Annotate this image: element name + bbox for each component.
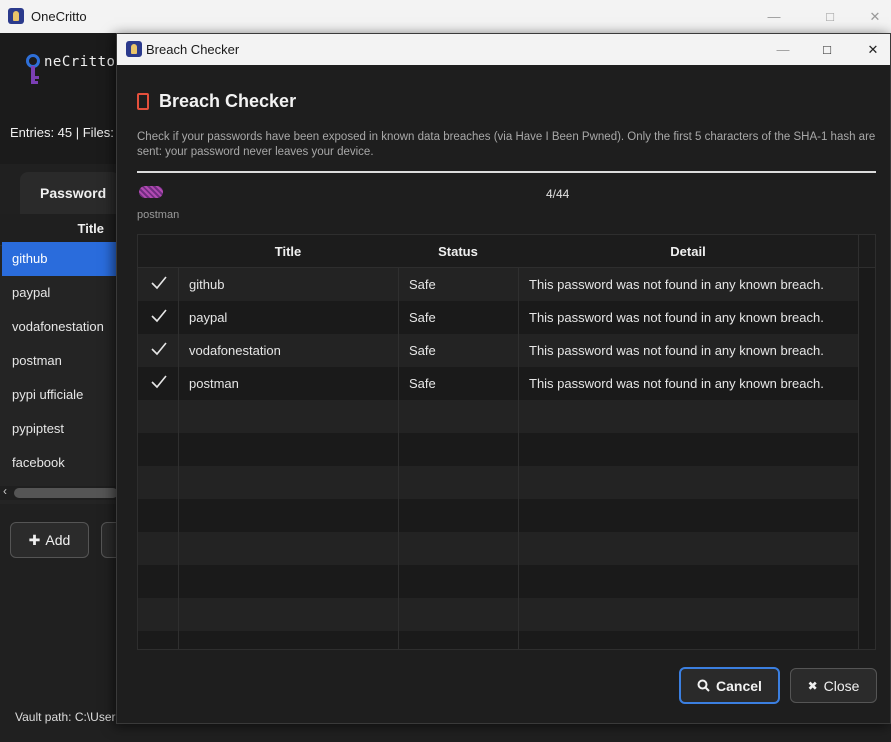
cancel-button[interactable]: Cancel [679,667,780,704]
result-title: vodafonestation [189,343,281,358]
column-header-title[interactable]: Title [178,235,398,268]
result-detail: This password was not found in any known… [529,310,824,325]
empty-row [138,433,858,466]
result-detail: This password was not found in any known… [529,343,824,358]
header-divider [858,235,859,268]
result-title: github [189,277,225,292]
check-icon [151,309,167,323]
column-divider [398,268,399,649]
search-icon [697,679,710,692]
result-detail: This password was not found in any known… [529,376,824,391]
column-header-detail[interactable]: Detail [518,235,858,268]
logo-text: neCritto [44,54,116,70]
list-item[interactable]: pypiptest [2,412,116,446]
current-entry-label: postman [137,209,180,221]
table-header: Title Status Detail [138,235,875,268]
entries-count: Entries: 45 | Files: [10,125,114,140]
masked-password-icon [139,186,163,198]
empty-row [138,499,858,532]
result-detail: This password was not found in any known… [529,277,824,292]
table-row[interactable]: paypal Safe This password was not found … [138,301,858,334]
progress-divider [137,171,876,173]
list-item[interactable]: github [2,242,116,276]
result-status: Safe [409,277,436,292]
dialog-close-icon[interactable]: ✕ [850,34,891,65]
empty-row [138,598,858,631]
minimize-icon[interactable]: — [751,0,797,33]
app-logo: neCritto [25,53,125,113]
dialog-title: Breach Checker [159,91,297,111]
empty-row [138,400,858,433]
add-button-label: Add [45,532,71,548]
list-item[interactable]: pypi ufficiale [2,378,116,412]
dialog-app-icon [126,41,142,57]
results-table: Title Status Detail github Safe This pas… [137,234,876,650]
dialog-minimize-icon[interactable]: — [760,34,806,65]
entries-list: Title github paypal vodafonestation post… [0,214,120,504]
column-divider [858,268,859,649]
list-item[interactable]: vodafonestation [2,310,116,344]
close-button[interactable]: ✖ Close [790,668,877,703]
close-button-label: Close [823,677,860,694]
plus-icon: ✚ [28,531,41,548]
cancel-button-label: Cancel [716,677,762,694]
main-titlebar: OneCritto — □ ✕ [0,0,891,33]
check-icon [151,276,167,290]
app-key-icon [8,8,24,24]
empty-row [138,532,858,565]
tab-password[interactable]: Password [20,172,120,214]
result-status: Safe [409,343,436,358]
table-row[interactable]: github Safe This password was not found … [138,268,858,301]
list-item[interactable]: paypal [2,276,116,310]
column-divider [518,268,519,649]
dialog-window-title: Breach Checker [146,42,240,57]
close-x-icon: ✖ [807,678,818,693]
add-button[interactable]: ✚ Add [10,522,89,558]
scrollbar-thumb[interactable] [14,488,118,498]
scroll-left-icon[interactable]: ‹ [3,484,7,498]
main-window-title: OneCritto [31,9,87,24]
table-row[interactable]: vodafonestation Safe This password was n… [138,334,858,367]
result-status: Safe [409,376,436,391]
empty-row [138,565,858,598]
horizontal-scrollbar[interactable]: ‹ [0,484,118,500]
phone-icon [137,93,149,110]
breach-checker-dialog: Breach Checker — □ ✕ Breach Checker Chec… [116,33,891,724]
dialog-description: Check if your passwords have been expose… [137,131,876,158]
column-header-status[interactable]: Status [398,235,518,268]
check-icon [151,342,167,356]
list-item[interactable]: postman [2,344,116,378]
list-item[interactable]: facebook [2,446,116,480]
empty-row [138,631,858,649]
check-icon [151,375,167,389]
close-icon[interactable]: ✕ [852,0,891,33]
result-title: postman [189,376,239,391]
empty-row [138,466,858,499]
vault-path: Vault path: C:\Users [15,710,122,724]
dialog-titlebar: Breach Checker — □ ✕ [117,34,890,65]
progress-counter: 4/44 [546,187,570,201]
result-status: Safe [409,310,436,325]
result-title: paypal [189,310,228,325]
dialog-maximize-icon[interactable]: □ [804,34,850,65]
table-row[interactable]: postman Safe This password was not found… [138,367,858,400]
column-divider [178,268,179,649]
maximize-icon[interactable]: □ [807,0,853,33]
dialog-heading: Breach Checker [137,91,296,112]
